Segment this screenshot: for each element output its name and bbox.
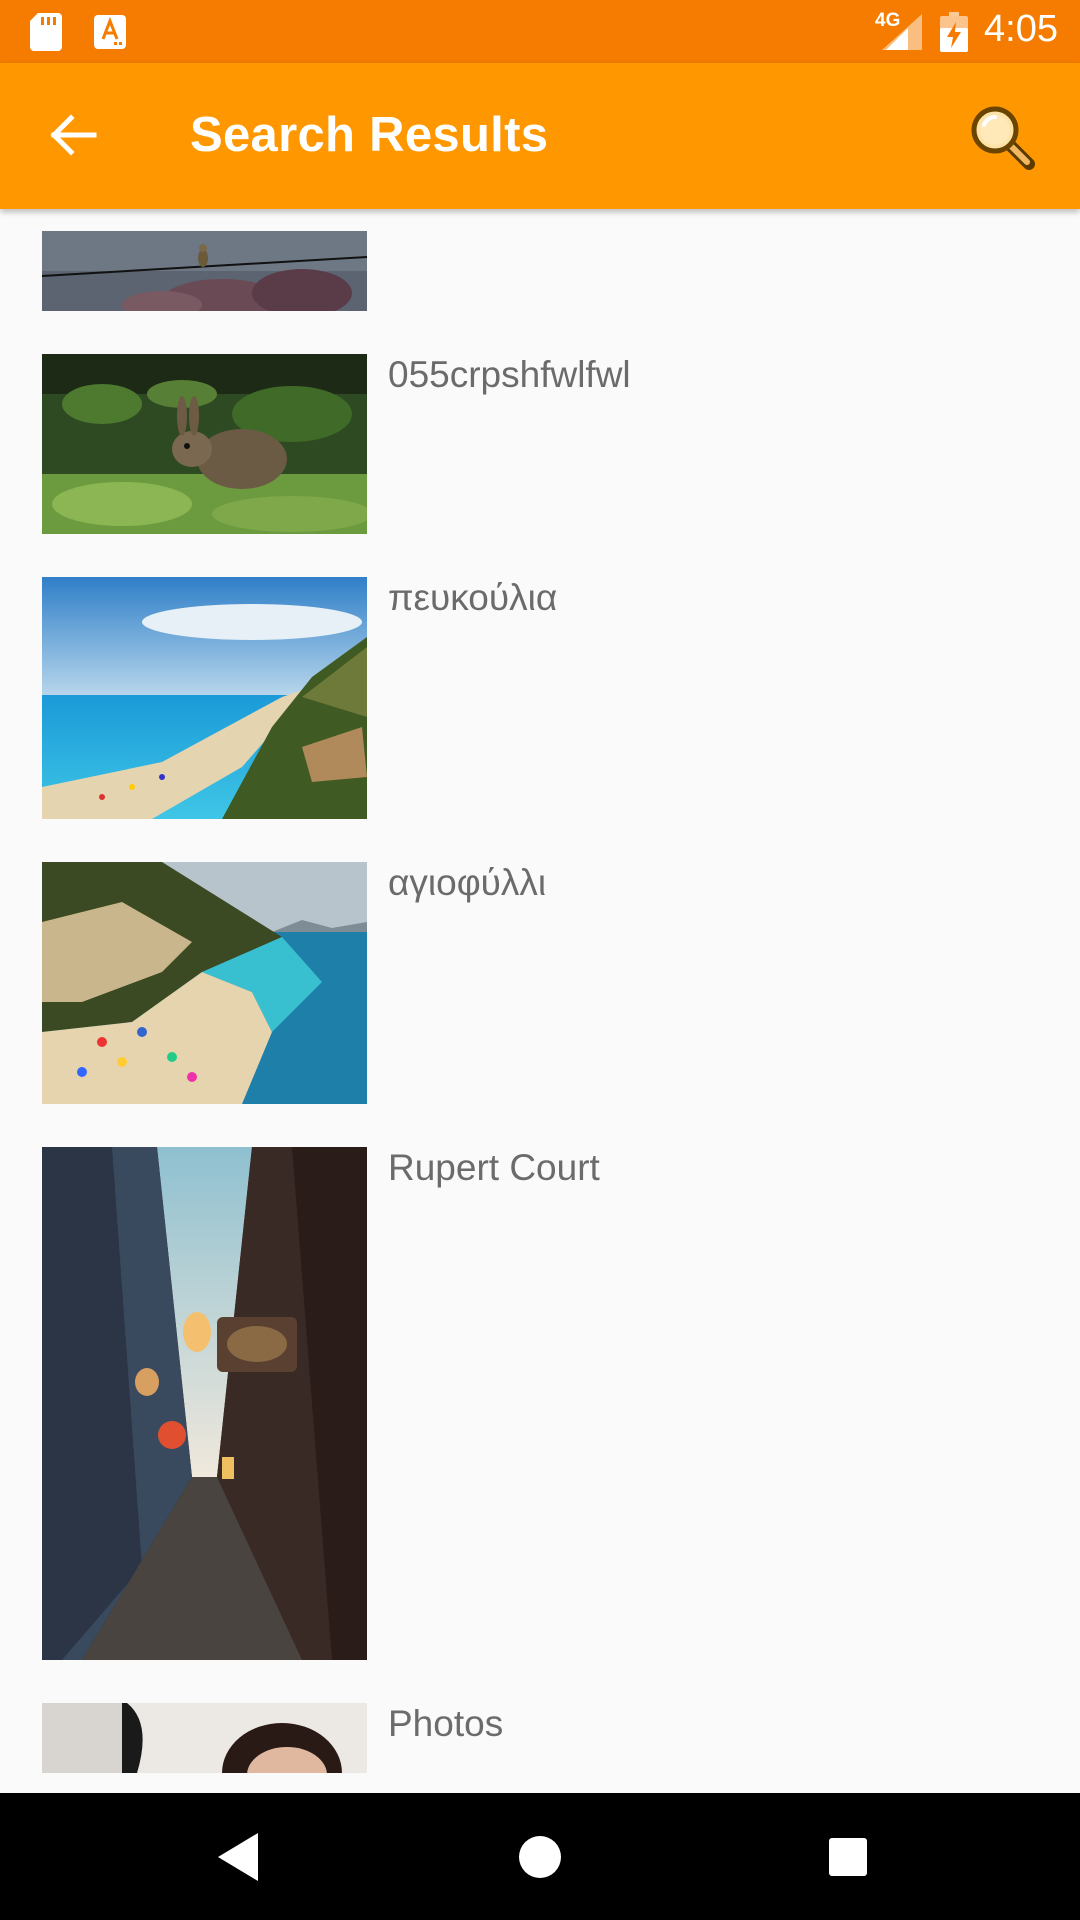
list-item[interactable] (0, 231, 1080, 311)
list-item[interactable]: αγιοφύλλι (0, 862, 1080, 1104)
recents-square-icon[interactable] (818, 1827, 878, 1887)
list-item[interactable]: Photos (0, 1703, 1080, 1793)
back-triangle-icon[interactable] (210, 1827, 270, 1887)
search-results-list[interactable]: 055crpshfwlfwl πευκούλια αγιοφύλλι Ruper… (0, 209, 1080, 1793)
result-thumbnail (42, 1703, 367, 1773)
result-thumbnail (42, 862, 367, 1104)
result-thumbnail (42, 231, 367, 311)
arrow-back-icon[interactable] (36, 98, 110, 172)
status-bar: 4G 4:05 (0, 0, 1080, 63)
battery-charging-icon (940, 12, 968, 52)
result-title: πευκούλια (388, 577, 558, 618)
result-title: Photos (388, 1703, 504, 1744)
sd-card-icon (30, 13, 62, 51)
result-thumbnail (42, 577, 367, 819)
navigation-bar (0, 1793, 1080, 1920)
signal-icon (882, 14, 922, 50)
home-circle-icon[interactable] (508, 1825, 572, 1889)
result-thumbnail (42, 354, 367, 534)
list-item[interactable]: πευκούλια (0, 577, 1080, 819)
magnifier-icon[interactable] (966, 101, 1040, 175)
page-title: Search Results (190, 108, 549, 162)
list-item[interactable]: 055crpshfwlfwl (0, 354, 1080, 534)
result-title: αγιοφύλλι (388, 862, 547, 903)
list-item[interactable]: Rupert Court (0, 1147, 1080, 1660)
result-thumbnail (42, 1147, 367, 1660)
result-title: 055crpshfwlfwl (388, 354, 631, 395)
result-title: Rupert Court (388, 1147, 600, 1188)
app-notification-icon (94, 15, 126, 49)
app-bar: Search Results (0, 63, 1080, 209)
clock: 4:05 (984, 8, 1058, 50)
